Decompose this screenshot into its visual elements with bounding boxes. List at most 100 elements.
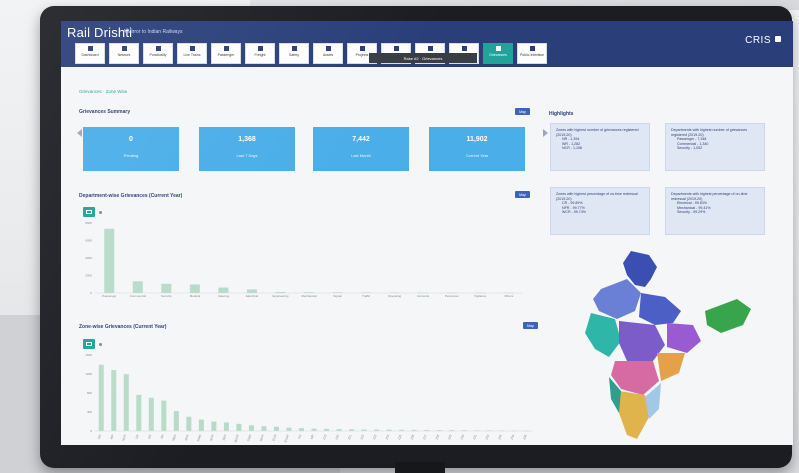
y-tick-label: 1600 [85,353,92,357]
bar-electrical [246,289,257,293]
highlight-title: Departments with highest number of griev… [671,128,748,137]
x-tick-label: SECR [233,433,240,443]
nav-label: Dashboard [81,53,99,57]
monitor-stand [395,462,445,473]
nav-item-safety[interactable]: Safety [279,43,309,64]
x-tick-label: Z23 [372,434,378,441]
nav-label: Grievances [489,53,507,57]
bar-kr [298,428,304,431]
breadcrumb[interactable]: Grievances · Zone Wise [79,89,127,94]
dept-chart-tag[interactable]: Map [515,191,530,198]
nav-icon [359,46,365,51]
highlight-card: Zones with highest percentage of on-time… [550,187,650,235]
stat-card-week[interactable]: 1,368 Last 7 Days [199,127,295,171]
x-tick-label: Z27 [422,434,428,441]
nav-item-dashboard[interactable]: Dashboard [75,43,105,64]
stat-value: 7,442 [352,136,370,143]
x-tick-label: Z30 [460,434,466,441]
x-tick-label: MR [310,433,316,440]
nav-item-grievances[interactable]: Grievances [483,43,513,64]
nav-item-punctuality[interactable]: Punctuality [143,43,173,64]
dept-chart-title: Department-wise Grievances (Current Year… [79,193,183,199]
highlight-line: NCR - 1,196 [562,146,582,151]
bar-mr [311,428,317,431]
x-tick-label: Operating [388,294,402,298]
bar-ecr [273,426,279,431]
nav-label: Freight [254,53,266,57]
stat-card-month[interactable]: 7,442 Last Month [313,127,409,171]
map-region-south-east [657,353,685,381]
stat-card-pending[interactable]: 0 Pending [83,127,179,171]
x-tick-label: Z24 [384,434,390,441]
bar-z21 [349,429,355,431]
map-region-south [619,391,649,439]
x-tick-label: Traffic [362,294,371,298]
bar-scr [211,421,217,431]
nav-icon [427,46,433,51]
y-tick-label: 2000 [85,274,92,278]
summary-tag[interactable]: Map [515,108,530,115]
nav-icon [461,46,467,51]
nav-label: Punctuality [149,53,167,57]
x-tick-label: Electrical [246,294,259,298]
x-tick-label: Medical [190,294,201,298]
map-region-northeast [705,299,751,333]
map-region-north-central [639,293,681,325]
nav-icon [393,46,399,51]
nav-icon [87,46,93,51]
chart-view-toggle[interactable] [83,339,95,349]
x-tick-label: Z19 [322,434,328,441]
bar-nfr [186,416,192,431]
x-tick-label: NCR [121,433,127,441]
x-tick-label: Security [161,294,172,298]
x-tick-label: Z28 [435,434,441,441]
x-tick-label: NER [171,433,177,441]
x-tick-label: Z33 [497,434,503,441]
nav-label: Live Trains [183,53,201,57]
highlight-title: Departments with highest percentage of o… [671,192,748,201]
x-tick-label: ECR [271,433,277,441]
x-tick-label: WCR [259,433,265,442]
x-tick-label: Z26 [410,434,416,441]
bar-ecor [286,427,292,431]
x-tick-label: SER [221,433,227,441]
dashboard-screen: Rail Drishti A Mirror to Indian Railways… [61,21,793,445]
zone-chart-tag[interactable]: Map [523,322,538,329]
chart-view-toggle[interactable] [83,207,95,217]
x-tick-label: Z29 [447,434,453,441]
nav-item-assets[interactable]: Assets [313,43,343,64]
x-tick-label: Z32 [485,434,491,441]
nav-label: Public Interface [519,53,545,57]
x-tick-label: Z21 [347,434,353,441]
x-tick-label: Signal [333,294,342,298]
x-tick-label: Commercial [130,294,146,298]
stat-card-year[interactable]: 11,902 Current Year [429,127,525,171]
nav-icon [189,46,195,51]
nav-item-public-interface[interactable]: Public Interface [517,43,547,64]
y-tick-label: 4000 [85,256,92,260]
chart-option-dot[interactable] [99,211,102,214]
nav-item-freight[interactable]: Freight [245,43,275,64]
nav-item-passenger[interactable]: Passenger [211,43,241,64]
bar-sr [161,400,167,431]
carousel-next-icon[interactable] [543,129,548,137]
nav-item-live-trains[interactable]: Live Trains [177,43,207,64]
nav-icon [529,46,535,51]
x-tick-label: SWR [246,433,252,442]
x-tick-label: SR [160,433,165,439]
x-tick-label: Passenger [102,294,116,298]
chart-option-dot[interactable] [99,343,102,346]
nav-label: Assets [322,53,334,57]
nav-item-network[interactable]: Network [109,43,139,64]
x-tick-label: Personnel [445,294,459,298]
bar-passenger [104,228,115,293]
bar-nr [98,364,104,431]
x-tick-label: ECoR [283,433,290,443]
highlight-line: Security - 99.29% [677,210,706,215]
map-region-east [667,323,701,353]
y-tick-label: 8000 [85,221,92,225]
carousel-prev-icon[interactable] [77,129,82,137]
y-tick-label: 0 [90,429,92,433]
bar-commercial [132,281,143,293]
india-map[interactable] [561,249,761,445]
